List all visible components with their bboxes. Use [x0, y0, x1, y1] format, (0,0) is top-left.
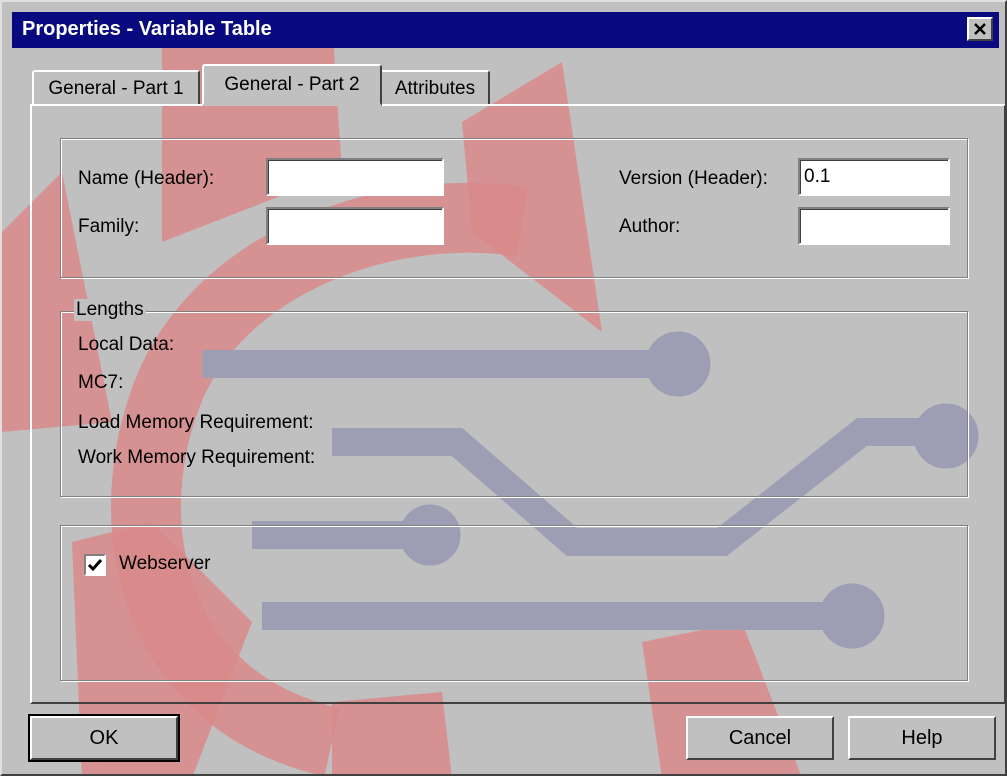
tab-panel	[30, 104, 1005, 704]
ok-button[interactable]: OK	[28, 714, 180, 762]
cancel-button[interactable]: Cancel	[686, 716, 834, 760]
ok-label: OK	[89, 726, 119, 749]
tab-label: General - Part 1	[48, 78, 184, 99]
help-label: Help	[901, 726, 943, 749]
cancel-label: Cancel	[728, 726, 792, 749]
tab-label: General - Part 2	[224, 73, 360, 95]
properties-dialog: Properties - Variable Table General - Pa…	[0, 0, 1007, 776]
tab-general-part-2[interactable]: General - Part 2	[202, 64, 382, 106]
close-icon	[974, 23, 986, 35]
window-title: Properties - Variable Table	[22, 18, 272, 40]
title-bar[interactable]: Properties - Variable Table	[12, 12, 999, 48]
close-button[interactable]	[967, 17, 993, 41]
tab-general-part-1[interactable]: General - Part 1	[32, 70, 200, 106]
help-button[interactable]: Help	[848, 716, 996, 760]
tab-label: Attributes	[394, 78, 476, 99]
tab-attributes[interactable]: Attributes	[380, 70, 490, 106]
